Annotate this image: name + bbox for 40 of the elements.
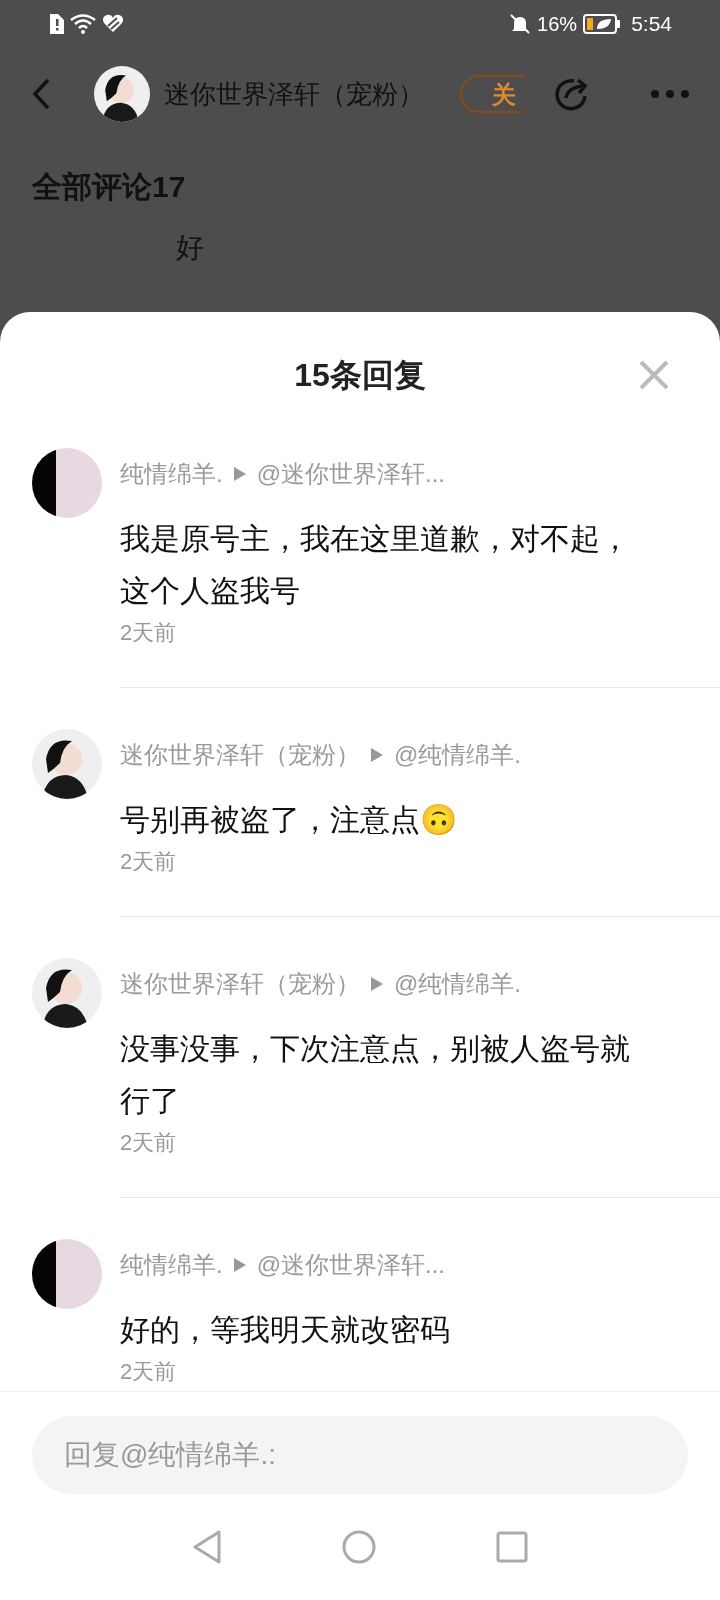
- sim-alert-icon: [48, 14, 64, 34]
- back-icon[interactable]: [30, 77, 52, 111]
- reply-author[interactable]: 迷你世界泽轩（宠粉）: [120, 966, 360, 1002]
- reply-text: 号别再被盗了，注意点🙃: [120, 802, 458, 838]
- reply-target[interactable]: @迷你世界泽轩...: [256, 1247, 446, 1283]
- reply-arrow-icon: [370, 976, 384, 992]
- muted-bell-icon: [509, 13, 532, 35]
- reply-arrow-icon: [232, 1257, 247, 1273]
- reply-text: 好的，等我明天就改密码: [120, 1312, 451, 1348]
- reply-arrow-icon: [232, 466, 247, 482]
- comment-text: 好: [176, 231, 205, 265]
- reply-author[interactable]: 纯情绵羊.: [120, 1247, 223, 1283]
- reply-arrow-icon: [370, 747, 384, 763]
- reply-input[interactable]: 回复@纯情绵羊.:: [32, 1416, 688, 1494]
- heart-icon: [102, 14, 124, 34]
- battery-percent: 16%: [537, 12, 578, 37]
- avatar[interactable]: [94, 66, 150, 122]
- reply-author[interactable]: 迷你世界泽轩（宠粉）: [120, 737, 360, 773]
- recents-nav-icon[interactable]: [496, 1531, 528, 1563]
- home-nav-icon[interactable]: [342, 1530, 376, 1564]
- follow-button[interactable]: 关: [460, 75, 524, 113]
- reply-time: 2天前: [120, 1358, 178, 1386]
- author-name: 迷你世界泽轩（宠粉）: [164, 77, 424, 111]
- reply-author[interactable]: 纯情绵羊.: [120, 456, 223, 492]
- more-icon[interactable]: [650, 89, 690, 99]
- reply-time: 2天前: [120, 619, 178, 647]
- reply-target[interactable]: @纯情绵羊.: [394, 966, 522, 1002]
- comments-heading: 全部评论17: [32, 169, 187, 205]
- close-icon[interactable]: [638, 359, 670, 391]
- reply-text: 我是原号主，我在这里道歉，对不起，这个人盗我号: [120, 521, 631, 609]
- battery-icon: [583, 14, 622, 34]
- reply-target[interactable]: @迷你世界泽轩...: [256, 456, 446, 492]
- reply-target[interactable]: @纯情绵羊.: [394, 737, 522, 773]
- clock: 5:54: [631, 11, 672, 38]
- back-nav-icon[interactable]: [192, 1530, 222, 1564]
- wifi-icon: [70, 14, 96, 34]
- sheet-title: 15条回复: [294, 356, 426, 394]
- reply-time: 2天前: [120, 848, 178, 876]
- reply-time: 2天前: [120, 1129, 178, 1157]
- reply-text: 没事没事，下次注意点，别被人盗号就行了: [120, 1031, 631, 1119]
